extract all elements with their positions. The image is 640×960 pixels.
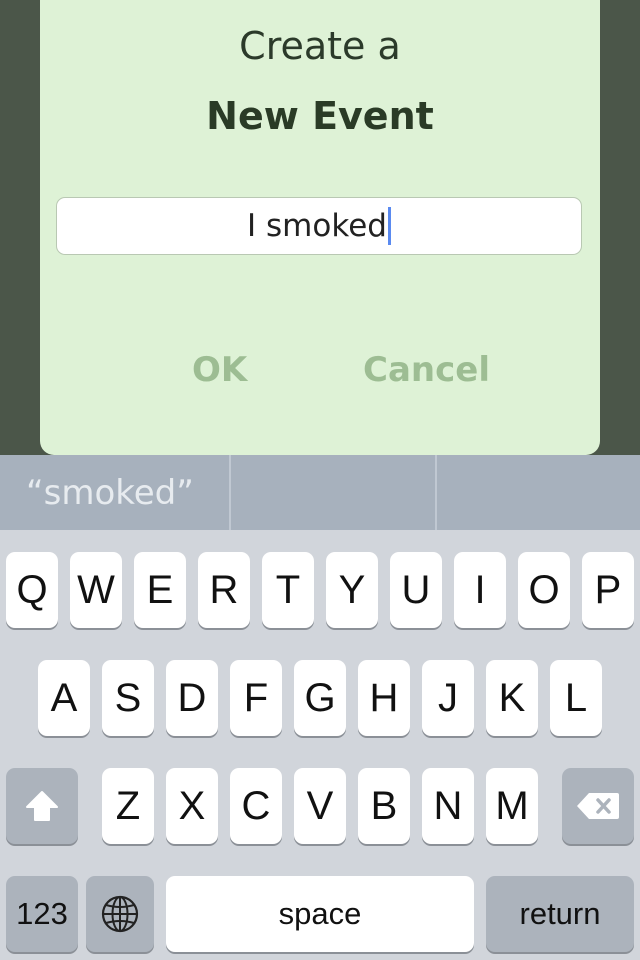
key-y[interactable]: Y xyxy=(326,552,378,628)
suggestion-1[interactable]: “smoked” xyxy=(0,455,232,530)
backspace-icon xyxy=(577,793,619,819)
globe-icon xyxy=(101,895,139,933)
key-b[interactable]: B xyxy=(358,768,410,844)
key-w[interactable]: W xyxy=(70,552,122,628)
text-caret xyxy=(387,207,391,245)
key-f[interactable]: F xyxy=(230,660,282,736)
key-d[interactable]: D xyxy=(166,660,218,736)
key-e[interactable]: E xyxy=(134,552,186,628)
key-m[interactable]: M xyxy=(486,768,538,844)
key-u[interactable]: U xyxy=(390,552,442,628)
event-name-input[interactable]: I smoked xyxy=(56,197,582,255)
key-x[interactable]: X xyxy=(166,768,218,844)
return-key[interactable]: return xyxy=(486,876,634,952)
key-o[interactable]: O xyxy=(518,552,570,628)
key-q[interactable]: Q xyxy=(6,552,58,628)
key-i[interactable]: I xyxy=(454,552,506,628)
suggestion-3[interactable] xyxy=(437,455,640,530)
key-l[interactable]: L xyxy=(550,660,602,736)
numbers-key[interactable]: 123 xyxy=(6,876,78,952)
key-c[interactable]: C xyxy=(230,768,282,844)
new-event-dialog: Create a New Event I smoked OK Cancel xyxy=(40,0,600,455)
key-j[interactable]: J xyxy=(422,660,474,736)
ok-button[interactable]: OK xyxy=(192,350,247,390)
suggestion-2[interactable] xyxy=(231,455,437,530)
globe-key[interactable] xyxy=(86,876,154,952)
key-n[interactable]: N xyxy=(422,768,474,844)
key-v[interactable]: V xyxy=(294,768,346,844)
key-h[interactable]: H xyxy=(358,660,410,736)
delete-key[interactable] xyxy=(562,768,634,844)
key-s[interactable]: S xyxy=(102,660,154,736)
dialog-title-line1: Create a xyxy=(239,24,401,68)
predictive-suggestion-bar: “smoked” xyxy=(0,455,640,530)
key-p[interactable]: P xyxy=(582,552,634,628)
key-k[interactable]: K xyxy=(486,660,538,736)
key-z[interactable]: Z xyxy=(102,768,154,844)
shift-arrow-icon xyxy=(26,791,58,821)
key-g[interactable]: G xyxy=(294,660,346,736)
cancel-button[interactable]: Cancel xyxy=(363,350,490,390)
key-r[interactable]: R xyxy=(198,552,250,628)
keyboard: Q W E R T Y U I O P A S D F G H J K L Z … xyxy=(0,530,640,960)
shift-key[interactable] xyxy=(6,768,78,844)
key-a[interactable]: A xyxy=(38,660,90,736)
key-t[interactable]: T xyxy=(262,552,314,628)
space-key[interactable]: space xyxy=(166,876,474,952)
dialog-title-line2: New Event xyxy=(206,94,434,138)
event-name-value: I smoked xyxy=(247,208,387,244)
